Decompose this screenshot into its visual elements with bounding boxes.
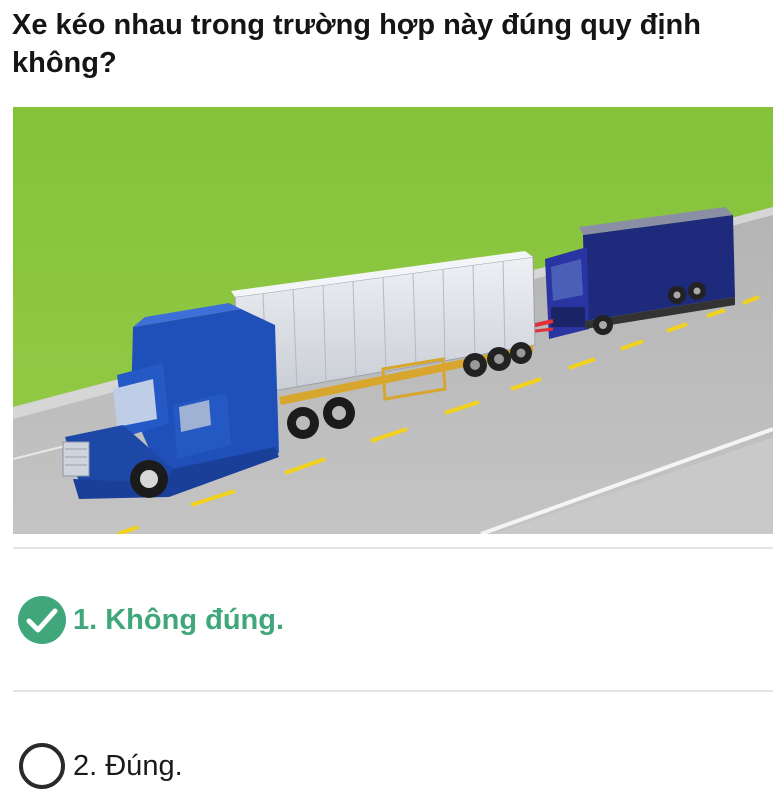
check-circle-icon [18,596,66,644]
answer-label: 1. Không đúng. [73,603,285,636]
divider-top [13,547,773,549]
question-text: Xe kéo nhau trong trường hợp này đúng qu… [12,9,701,79]
question-image [13,107,773,534]
answer-option-2[interactable]: 2. Đúng. [17,741,183,791]
radio-circle-icon [19,743,65,789]
answer-option-1[interactable]: 1. Không đúng. [17,595,284,645]
divider-middle [13,690,773,692]
answer-label: 2. Đúng. [73,749,183,782]
